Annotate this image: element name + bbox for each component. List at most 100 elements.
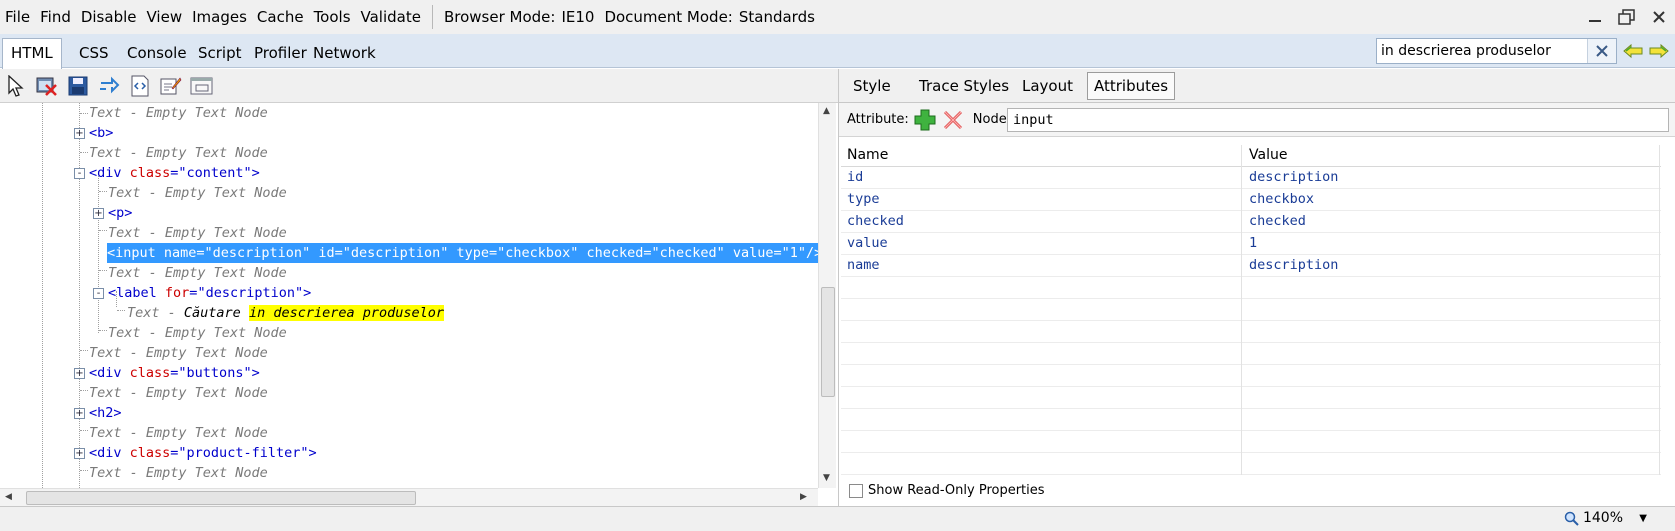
menu-tools[interactable]: Tools: [309, 0, 356, 34]
tree-node-input-selected[interactable]: <input name="description" id="descriptio…: [107, 243, 818, 263]
column-header-value[interactable]: Value: [1249, 147, 1287, 163]
magnifier-icon: [1564, 511, 1579, 526]
save-icon: [68, 76, 88, 96]
clear-outline-icon: [36, 77, 57, 96]
tab-style[interactable]: Style: [847, 74, 897, 98]
tree-node-text[interactable]: Text - Empty Text Node: [89, 463, 268, 483]
attributes-grid: Name Value id description type checkbox ch…: [841, 145, 1661, 475]
tree-guide: [80, 113, 88, 114]
menu-view[interactable]: View: [142, 0, 188, 34]
tree-node-text[interactable]: Text - Empty Text Node: [89, 143, 268, 163]
add-attribute-button[interactable]: [913, 108, 937, 132]
tree-node-text[interactable]: Text - Empty Text Node: [89, 423, 268, 443]
tab-css[interactable]: CSS: [71, 39, 117, 68]
tree-node-text-match[interactable]: Text - Căutare in descrierea produselor: [127, 303, 445, 323]
menu-disable[interactable]: Disable: [76, 0, 142, 34]
scroll-thumb[interactable]: [26, 491, 416, 505]
zoom-dropdown-icon[interactable]: ▼: [1639, 513, 1647, 524]
browser-mode-value: IE10: [561, 8, 595, 26]
previous-match-button[interactable]: [1623, 42, 1643, 60]
table-row[interactable]: name description: [841, 255, 1661, 277]
tree-node-p[interactable]: <p>: [108, 203, 132, 223]
show-read-only-toggle[interactable]: Show Read-Only Properties: [849, 483, 1045, 498]
tree-guide: [99, 230, 107, 231]
delete-attribute-button[interactable]: [941, 108, 965, 132]
node-label: Node:: [972, 112, 1012, 127]
close-button[interactable]: [1643, 0, 1675, 34]
table-row[interactable]: type checkbox: [841, 189, 1661, 211]
refresh-button[interactable]: [97, 74, 121, 98]
node-field: input: [1007, 108, 1669, 132]
scroll-right-icon[interactable]: ▶: [800, 492, 807, 502]
empty-row: [841, 343, 1661, 365]
minimize-button[interactable]: [1579, 0, 1611, 34]
scroll-down-icon[interactable]: ▼: [823, 473, 830, 483]
expand-toggle[interactable]: +: [74, 128, 85, 139]
collapse-toggle[interactable]: -: [93, 288, 104, 299]
pointer-icon: [8, 75, 24, 97]
show-outline-button[interactable]: [190, 74, 214, 98]
tree-node-text[interactable]: Text - Empty Text Node: [108, 323, 287, 343]
document-mode-menu[interactable]: Document Mode: Standards: [599, 8, 819, 26]
menu-find[interactable]: Find: [35, 0, 76, 34]
menu-file[interactable]: File: [0, 0, 35, 34]
tree-node-text[interactable]: Text - Empty Text Node: [108, 263, 287, 283]
tab-html[interactable]: HTML: [2, 38, 62, 69]
select-element-button[interactable]: [4, 74, 28, 98]
scroll-left-icon[interactable]: ◀: [5, 492, 12, 502]
tab-script[interactable]: Script: [190, 39, 250, 68]
unpin-button[interactable]: [1611, 0, 1643, 34]
browser-mode-menu[interactable]: Browser Mode: IE10: [439, 8, 599, 26]
tree-node-text[interactable]: Text - Empty Text Node: [108, 223, 287, 243]
next-match-button[interactable]: [1649, 42, 1669, 60]
collapse-toggle[interactable]: -: [74, 168, 85, 179]
tree-guide: [80, 350, 88, 351]
tree-node-text[interactable]: Text - Empty Text Node: [89, 343, 268, 363]
menu-bar: File Find Disable View Images Cache Tool…: [0, 0, 1675, 34]
expand-toggle[interactable]: +: [93, 208, 104, 219]
tab-trace-styles[interactable]: Trace Styles: [913, 74, 1015, 98]
menu-validate[interactable]: Validate: [356, 0, 426, 34]
read-only-checkbox[interactable]: [849, 483, 863, 498]
tree-node-text[interactable]: Text - Empty Text Node: [89, 103, 268, 123]
dom-tree[interactable]: Text - Empty Text Node + <b> Text - Empt…: [0, 103, 818, 488]
tree-node-label[interactable]: <label for="description">: [108, 283, 311, 303]
table-row[interactable]: checked checked: [841, 211, 1661, 233]
zoom-control[interactable]: 140%: [1563, 510, 1623, 526]
tab-console[interactable]: Console: [119, 39, 195, 68]
scroll-up-icon[interactable]: ▲: [823, 106, 830, 116]
zoom-level: 140%: [1582, 510, 1623, 526]
table-row[interactable]: id description: [841, 167, 1661, 189]
save-button[interactable]: [66, 74, 90, 98]
tab-network[interactable]: Network: [305, 39, 384, 68]
status-bar: 140% ▼: [0, 506, 1675, 531]
menu-cache[interactable]: Cache: [252, 0, 309, 34]
search-input[interactable]: [1377, 40, 1583, 62]
clear-outline-button[interactable]: [35, 74, 59, 98]
tree-node-text[interactable]: Text - Empty Text Node: [89, 383, 268, 403]
tree-horizontal-scrollbar[interactable]: ◀ ▶: [0, 488, 818, 506]
empty-row: [841, 431, 1661, 453]
scroll-thumb[interactable]: [821, 287, 835, 397]
tree-vertical-scrollbar[interactable]: ▲ ▼: [818, 103, 836, 488]
expand-toggle[interactable]: +: [74, 408, 85, 419]
expand-toggle[interactable]: +: [74, 368, 85, 379]
clear-icon: [1596, 45, 1608, 57]
table-row[interactable]: value 1: [841, 233, 1661, 255]
properties-tabs: Style Trace Styles Layout Attributes: [839, 69, 1675, 103]
tree-node-div-product-filter[interactable]: <div class="product-filter">: [89, 443, 317, 463]
tab-layout[interactable]: Layout: [1016, 74, 1079, 98]
expand-toggle[interactable]: +: [74, 448, 85, 459]
tree-node-div-buttons[interactable]: <div class="buttons">: [89, 363, 260, 383]
element-source-button[interactable]: [128, 74, 152, 98]
tree-node-h2[interactable]: <h2>: [89, 403, 122, 423]
tab-attributes[interactable]: Attributes: [1087, 72, 1176, 100]
tree-node-text[interactable]: Text - Empty Text Node: [108, 183, 287, 203]
clear-search-button[interactable]: [1587, 39, 1616, 63]
empty-row: [841, 299, 1661, 321]
word-wrap-button[interactable]: [159, 74, 183, 98]
menu-images[interactable]: Images: [187, 0, 252, 34]
tree-node-b[interactable]: <b>: [89, 123, 113, 143]
tree-node-div-content[interactable]: <div class="content">: [89, 163, 260, 183]
column-header-name[interactable]: Name: [847, 147, 888, 163]
